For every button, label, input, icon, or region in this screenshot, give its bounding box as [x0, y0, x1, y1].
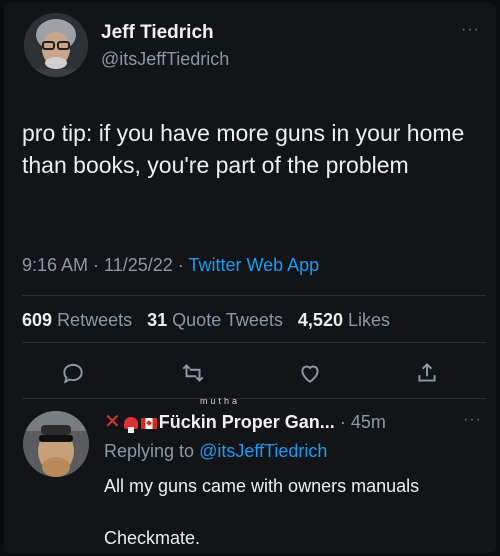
reply-author-name[interactable]: Fückin Proper Gan...	[159, 412, 335, 432]
retweets-label: Retweets	[57, 310, 133, 330]
meta-separator: ·	[88, 255, 105, 275]
retweets-stat[interactable]: 609 Retweets	[22, 310, 142, 330]
reply-text: All my guns came with owners manuals Che…	[104, 476, 420, 548]
reply-header: ✕ Fückin Proper Gan... · 45m	[104, 411, 386, 434]
quotes-stat[interactable]: 31 Quote Tweets	[147, 310, 293, 330]
author-name[interactable]: Jeff Tiedrich	[101, 22, 214, 44]
tweet-source[interactable]: Twitter Web App	[188, 255, 319, 275]
likes-label: Likes	[347, 310, 391, 330]
tweet-text: pro tip: if you have more guns in your h…	[22, 120, 465, 178]
divider	[22, 398, 486, 399]
quotes-count: 31	[147, 310, 168, 330]
tweet-time: 9:16 AM	[22, 255, 89, 275]
mushroom-icon	[123, 417, 138, 434]
retweets-count: 609	[22, 310, 53, 330]
red-x-icon: ✕	[104, 411, 121, 433]
more-options-icon[interactable]: ···	[461, 21, 480, 39]
tweet-stats: 609 Retweets 31 Quote Tweets 4,520 Likes	[22, 310, 390, 331]
tweet-date: 11/25/22	[104, 255, 173, 275]
likes-count: 4,520	[297, 310, 343, 330]
reply-author-avatar[interactable]	[23, 411, 89, 477]
author-handle[interactable]: @itsJeffTiedrich	[101, 49, 229, 70]
reply-more-options-icon[interactable]: ···	[463, 411, 482, 429]
divider	[22, 342, 486, 343]
like-icon[interactable]	[297, 360, 323, 386]
tweet-meta: 9:16 AM · 11/25/22 · Twitter Web App	[22, 255, 319, 276]
retweet-icon[interactable]	[180, 360, 206, 386]
reply-name-decoration: mutha	[200, 396, 241, 406]
reply-time[interactable]: 45m	[351, 412, 386, 432]
tweet-card: Jeff Tiedrich @itsJeffTiedrich ··· pro t…	[4, 3, 496, 553]
divider	[22, 295, 486, 296]
likes-stat[interactable]: 4,520 Likes	[298, 310, 390, 330]
share-icon[interactable]	[414, 360, 440, 386]
reply-icon[interactable]	[60, 360, 86, 386]
author-avatar[interactable]	[24, 13, 88, 77]
quotes-label: Quote Tweets	[172, 310, 283, 330]
replying-label: Replying to	[104, 441, 195, 461]
replying-mention[interactable]: @itsJeffTiedrich	[199, 441, 327, 461]
replying-to: Replying to @itsJeffTiedrich	[104, 441, 327, 462]
meta-separator: ·	[172, 255, 189, 275]
canada-flag-icon	[140, 417, 157, 429]
